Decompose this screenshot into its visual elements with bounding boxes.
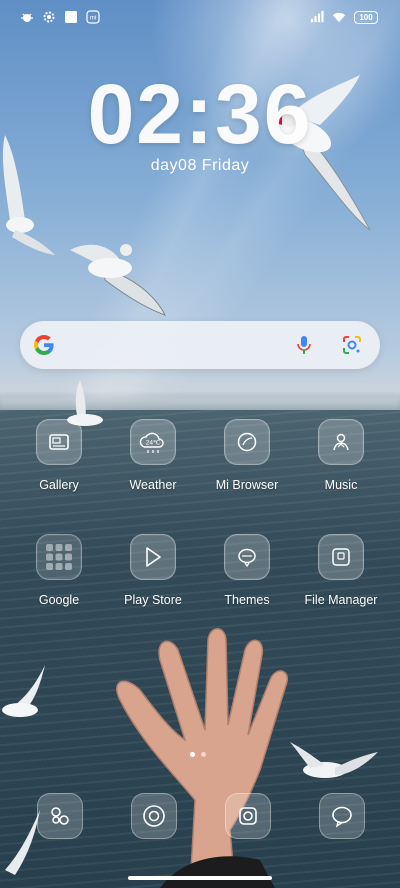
bug-icon [21, 13, 33, 22]
app-weather[interactable]: 24℃ Weather [107, 419, 199, 492]
browser-icon [224, 419, 270, 465]
mi-icon: mi [86, 10, 100, 24]
clock-time[interactable]: 02:36 [0, 66, 400, 163]
weather-badge: 24℃ [146, 440, 161, 447]
google-search-bar[interactable] [20, 321, 380, 369]
dock-camera[interactable] [225, 793, 271, 839]
google-folder-icon [36, 534, 82, 580]
svg-text:mi: mi [90, 16, 96, 22]
app-music[interactable]: Music [295, 419, 387, 492]
play-store-icon [130, 534, 176, 580]
microphone-icon[interactable] [292, 333, 316, 357]
camera-icon [239, 807, 257, 825]
hand-graphic [116, 628, 289, 888]
app-gallery[interactable]: Gallery [13, 419, 105, 492]
app-themes[interactable]: Themes [201, 534, 293, 607]
dock-messages[interactable] [319, 793, 365, 839]
home-gesture-bar[interactable] [128, 876, 272, 880]
weather-icon: 24℃ [130, 419, 176, 465]
music-icon [318, 419, 364, 465]
page-indicator [190, 752, 206, 757]
gallery-icon [36, 419, 82, 465]
wifi-icon [332, 12, 346, 23]
app-label: Google [38, 593, 80, 607]
app-label: Music [324, 478, 358, 492]
app-label: Weather [129, 478, 177, 492]
chrome-icon [143, 805, 165, 827]
app-label: File Manager [304, 593, 378, 607]
app-label: Mi Browser [215, 478, 279, 492]
signal-icon [310, 10, 324, 23]
settings-gear-icon [43, 11, 55, 23]
app-mi-browser[interactable]: Mi Browser [201, 419, 293, 492]
phone-dots-icon [51, 807, 69, 825]
status-bar: mi 100 [0, 8, 400, 30]
square-icon [65, 11, 77, 23]
clock-date[interactable]: day08 Friday [0, 157, 400, 175]
app-play-store[interactable]: Play Store [107, 534, 199, 607]
page-dot[interactable] [201, 752, 206, 757]
app-label: Gallery [39, 478, 79, 492]
seagull-graphic [70, 244, 166, 316]
app-google-folder[interactable]: Google [13, 534, 105, 607]
messages-icon [332, 806, 352, 828]
app-label: Play Store [124, 593, 182, 607]
google-lens-icon[interactable] [340, 333, 364, 357]
battery-icon: 100 [354, 10, 378, 24]
google-g-icon [34, 335, 54, 355]
file-manager-icon [318, 534, 364, 580]
app-label: Themes [224, 593, 270, 607]
themes-icon [224, 534, 270, 580]
app-file-manager[interactable]: File Manager [295, 534, 387, 607]
page-dot-active[interactable] [190, 752, 195, 757]
dock-chrome[interactable] [131, 793, 177, 839]
dock-phone[interactable] [37, 793, 83, 839]
